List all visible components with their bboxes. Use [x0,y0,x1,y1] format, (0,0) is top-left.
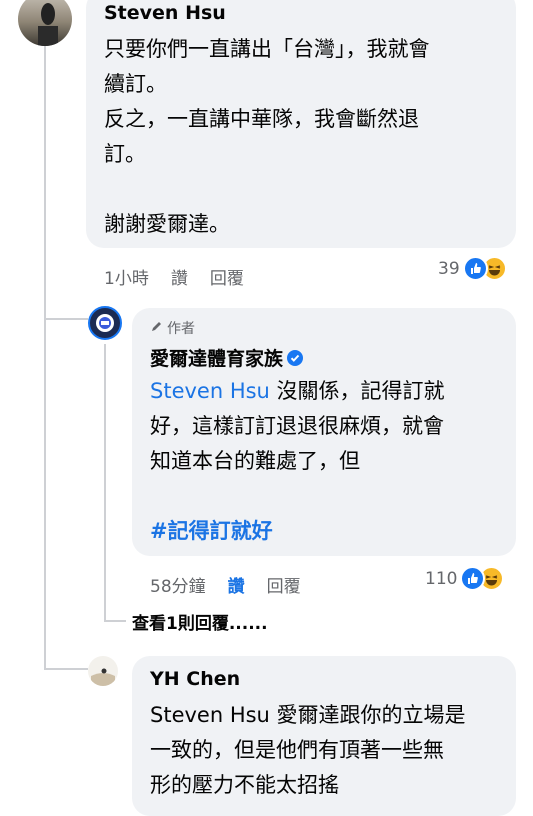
avatar-photo [91,668,115,686]
comment-line: 只要你們一直講出「台灣」，我就會 [104,37,430,61]
reply-button[interactable]: 回覆 [210,269,244,289]
comment-meta: 1小時 讚 回覆 [104,264,266,289]
avatar-photo [38,3,58,46]
page-logo [96,314,114,332]
thread-line-branch-2 [44,668,88,670]
comment-text: 只要你們一直講出「台灣」，我就會 續訂。 反之，一直講中華隊，我會斷然退 訂。 … [104,32,430,242]
comment-author[interactable]: YH Chen [150,668,240,690]
comment-time[interactable]: 1小時 [104,269,149,289]
comment-line: 反之，一直講中華隊，我會斷然退 [104,107,419,131]
reply-meta: 58分鐘 讚 回覆 [150,572,323,597]
reply-line: Steven Hsu 沒關係，記得訂就 [150,374,445,409]
reply-text: Steven Hsu 沒關係，記得訂就 好，這樣訂訂退退很麻煩，就會 知道本台的… [150,374,445,549]
comment-line: 謝謝愛爾達。 [104,212,230,236]
comment-line [104,172,430,207]
comment-line: 一致的，但是他們有頂著一些無 [150,738,444,762]
like-button[interactable]: 讚 [171,269,188,289]
reactions[interactable]: 110 [425,566,505,591]
author-badge: 作者 [150,318,195,338]
avatar[interactable] [88,656,118,686]
pencil-icon [152,322,161,331]
reply-time[interactable]: 58分鐘 [150,577,206,597]
reaction-count: 39 [438,258,460,279]
reaction-count: 110 [425,568,458,589]
reply-author[interactable]: 愛爾達體育家族 [150,344,304,371]
reply-spacer [150,479,445,514]
mention-link[interactable]: Steven Hsu [150,379,270,403]
thread-line-branch [44,318,88,320]
thread-line-reply [104,344,106,620]
comment-line: 續訂。 [104,72,167,96]
comment-author[interactable]: Steven Hsu [104,2,226,24]
comment-text: Steven Hsu 愛爾達跟你的立場是 一致的，但是他們有頂著一些無 形的壓力… [150,698,466,803]
page-avatar[interactable] [88,306,122,340]
verified-icon [287,349,304,366]
like-icon [460,566,486,591]
reactions[interactable]: 39 [438,256,507,281]
reply-line: 知道本台的難處了，但 [150,449,360,473]
hashtag-link[interactable]: #記得訂就好 [150,514,445,549]
avatar[interactable] [18,0,72,46]
reply-button[interactable]: 回覆 [267,577,301,597]
comment-line: 形的壓力不能太招搖 [150,773,339,797]
reply-author-name: 愛爾達體育家族 [150,348,284,370]
author-tag-label: 作者 [167,321,195,337]
comment-line: 訂。 [104,142,146,166]
view-more-replies[interactable]: 查看1則回覆...... [132,609,268,634]
like-button-active[interactable]: 讚 [228,577,245,597]
like-icon [462,256,488,281]
reply-line-rest: 沒關係，記得訂就 [269,379,445,403]
thread-line-main [44,46,46,668]
comment-line: Steven Hsu 愛爾達跟你的立場是 [150,703,466,727]
reply-line: 好，這樣訂訂退退很麻煩，就會 [150,414,444,438]
thread-line-reply-branch [104,620,126,622]
